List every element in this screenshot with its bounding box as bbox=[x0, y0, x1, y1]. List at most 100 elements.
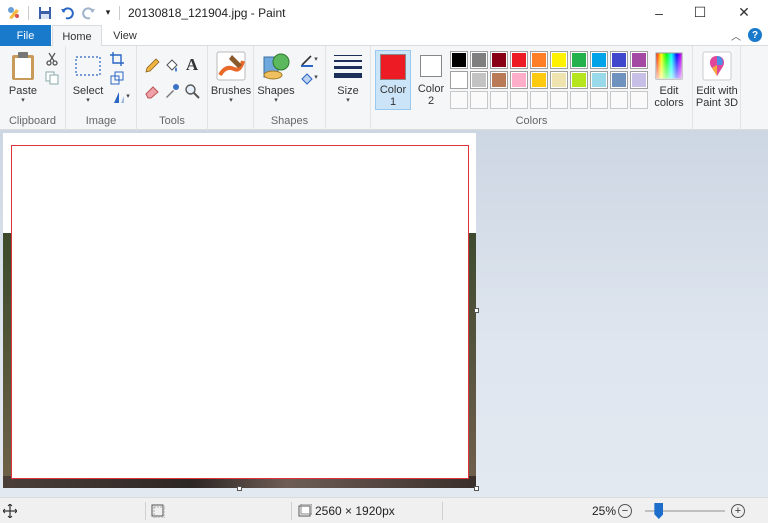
title-separator-2 bbox=[119, 5, 120, 20]
custom-color-slot[interactable] bbox=[550, 91, 568, 109]
color2-swatch bbox=[420, 55, 442, 77]
resize-handle-corner[interactable] bbox=[474, 486, 479, 491]
palette-swatch[interactable] bbox=[610, 71, 628, 89]
palette-swatch-fill bbox=[452, 53, 466, 67]
shapes-button[interactable]: Shapes ▾ bbox=[257, 50, 295, 105]
colors-group: Color 1 Color 2 Edit colors Colors bbox=[371, 46, 693, 130]
palette-swatch-fill bbox=[512, 53, 526, 67]
help-icon[interactable]: ? bbox=[748, 28, 762, 42]
palette-swatch[interactable] bbox=[470, 71, 488, 89]
redo-icon[interactable] bbox=[81, 5, 97, 21]
color2-button[interactable]: Color 2 bbox=[413, 50, 449, 110]
shapes-label: Shapes bbox=[257, 85, 295, 97]
palette-swatch[interactable] bbox=[570, 71, 588, 89]
paste-button[interactable]: Paste ▾ bbox=[6, 50, 40, 105]
select-dropdown-icon: ▾ bbox=[86, 97, 90, 104]
palette-swatch[interactable] bbox=[590, 51, 608, 69]
shape-fill-icon[interactable]: ▾ bbox=[297, 70, 321, 86]
fill-icon[interactable] bbox=[164, 58, 180, 74]
crop-icon[interactable] bbox=[109, 51, 125, 67]
palette-swatch[interactable] bbox=[490, 71, 508, 89]
cut-icon[interactable] bbox=[44, 51, 60, 67]
paint3d-line2: Paint 3D bbox=[695, 97, 739, 109]
tab-view[interactable]: View bbox=[104, 25, 146, 47]
zoom-slider-thumb[interactable] bbox=[654, 503, 664, 519]
paint3d-line1: Edit with bbox=[696, 85, 738, 97]
line-size-icon bbox=[332, 50, 364, 82]
brushes-label: Brushes bbox=[210, 85, 252, 97]
palette-swatch[interactable] bbox=[550, 51, 568, 69]
brushes-group: Brushes ▾ bbox=[208, 46, 254, 130]
custom-color-slot[interactable] bbox=[530, 91, 548, 109]
tab-home[interactable]: Home bbox=[52, 25, 102, 47]
paste-dropdown-icon: ▾ bbox=[21, 97, 25, 104]
zoom-out-button[interactable]: − bbox=[618, 504, 632, 518]
colors-group-label: Colors bbox=[515, 115, 548, 127]
palette-swatch[interactable] bbox=[470, 51, 488, 69]
palette-swatch[interactable] bbox=[490, 51, 508, 69]
close-button[interactable]: ✕ bbox=[721, 0, 767, 25]
select-button[interactable]: Select ▾ bbox=[72, 50, 104, 105]
resize-handle-bottom[interactable] bbox=[237, 486, 242, 491]
custom-color-slot[interactable] bbox=[570, 91, 588, 109]
maximize-button[interactable]: ☐ bbox=[677, 0, 723, 25]
palette-swatch[interactable] bbox=[630, 71, 648, 89]
palette-swatch[interactable] bbox=[510, 51, 528, 69]
customize-quick-access-icon[interactable]: ▾ bbox=[103, 5, 113, 21]
edit-colors-icon bbox=[653, 50, 685, 82]
palette-swatch-fill bbox=[612, 73, 626, 87]
copy-icon[interactable] bbox=[44, 70, 60, 86]
size-dropdown-icon: ▾ bbox=[346, 97, 350, 104]
palette-swatch[interactable] bbox=[550, 71, 568, 89]
paste-label: Paste bbox=[8, 85, 38, 97]
brushes-button[interactable]: Brushes ▾ bbox=[210, 50, 252, 105]
eraser-icon[interactable] bbox=[144, 83, 160, 99]
custom-color-slot[interactable] bbox=[490, 91, 508, 109]
color2-label-line2: 2 bbox=[427, 95, 435, 107]
palette-swatch[interactable] bbox=[610, 51, 628, 69]
custom-color-slot[interactable] bbox=[450, 91, 468, 109]
palette-swatch[interactable] bbox=[450, 51, 468, 69]
color1-button[interactable]: Color 1 bbox=[375, 50, 411, 110]
text-tool-icon[interactable]: A bbox=[184, 55, 200, 74]
edit-colors-button[interactable]: Edit colors bbox=[650, 50, 688, 109]
tab-file[interactable]: File bbox=[0, 25, 51, 46]
size-button[interactable]: Size ▾ bbox=[330, 50, 366, 105]
palette-swatch[interactable] bbox=[570, 51, 588, 69]
custom-color-slot[interactable] bbox=[510, 91, 528, 109]
pencil-icon[interactable] bbox=[144, 58, 160, 74]
brushes-dropdown-icon: ▾ bbox=[229, 97, 233, 104]
palette-swatch-fill bbox=[552, 73, 566, 87]
color-picker-icon[interactable] bbox=[164, 83, 180, 99]
edit-with-paint3d-button[interactable]: Edit with Paint 3D bbox=[695, 50, 739, 109]
magnifier-icon[interactable] bbox=[184, 83, 200, 99]
undo-icon[interactable] bbox=[59, 5, 75, 21]
color1-swatch bbox=[380, 54, 406, 80]
custom-color-slot[interactable] bbox=[470, 91, 488, 109]
selection-size-icon bbox=[151, 498, 165, 523]
minimize-button[interactable]: – bbox=[636, 0, 682, 25]
resize-icon[interactable] bbox=[109, 70, 125, 86]
title-separator bbox=[28, 5, 29, 20]
image-canvas[interactable] bbox=[3, 133, 476, 488]
palette-swatch[interactable] bbox=[450, 71, 468, 89]
zoom-in-button[interactable]: + bbox=[731, 504, 745, 518]
custom-color-slot[interactable] bbox=[610, 91, 628, 109]
palette-swatch[interactable] bbox=[530, 51, 548, 69]
color1-label-line2: 1 bbox=[389, 96, 397, 108]
resize-handle-right[interactable] bbox=[474, 308, 479, 313]
custom-color-slot[interactable] bbox=[630, 91, 648, 109]
palette-swatch-fill bbox=[632, 53, 646, 67]
outline-icon[interactable]: ▾ bbox=[297, 52, 321, 68]
palette-swatch[interactable] bbox=[510, 71, 528, 89]
palette-swatch[interactable] bbox=[590, 71, 608, 89]
selection-rectangle[interactable] bbox=[11, 145, 469, 479]
palette-swatch[interactable] bbox=[630, 51, 648, 69]
custom-color-slot[interactable] bbox=[590, 91, 608, 109]
collapse-ribbon-icon[interactable]: ︿ bbox=[731, 28, 741, 43]
save-icon[interactable] bbox=[37, 5, 53, 21]
rotate-icon[interactable]: ▾ bbox=[109, 89, 133, 105]
palette-swatch[interactable] bbox=[530, 71, 548, 89]
paint-app-icon[interactable] bbox=[6, 5, 22, 21]
rotate-dropdown-icon: ▾ bbox=[126, 93, 130, 100]
